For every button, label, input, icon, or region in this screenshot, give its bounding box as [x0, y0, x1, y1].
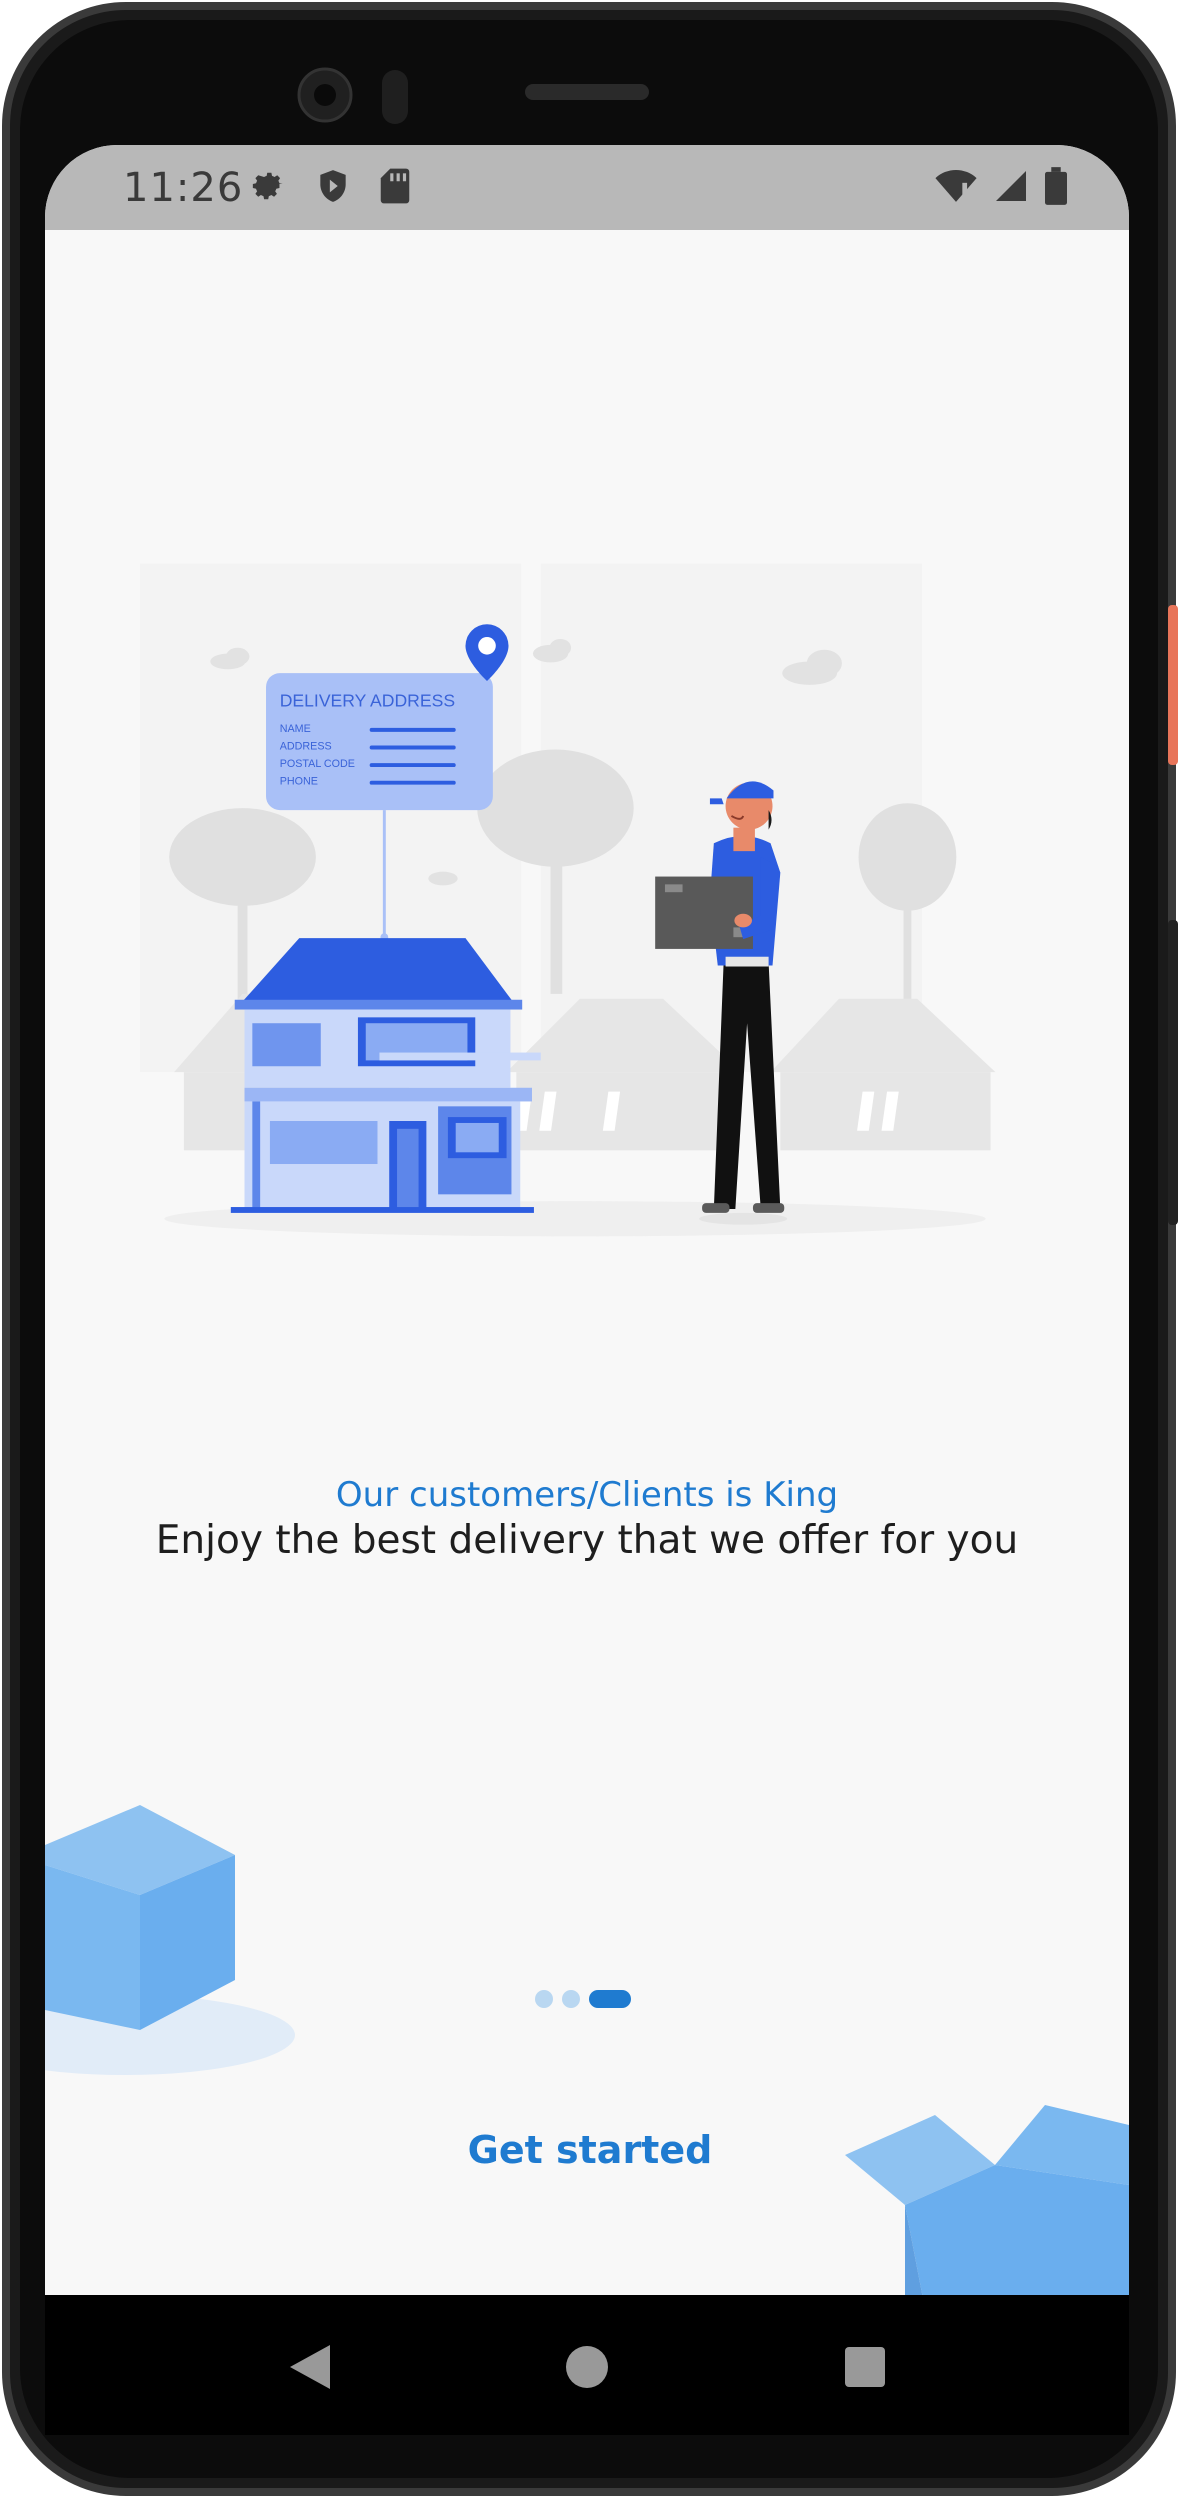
delivery-illustration: DELIVERY ADDRESS NAME ADDRESS POSTAL COD…	[139, 563, 996, 1237]
page-dot-1[interactable]	[535, 1990, 553, 2008]
gear-icon	[250, 167, 288, 210]
screen: 11:26 DELIVERY ADDRESS NAME ADDRESS POST…	[45, 145, 1129, 2295]
navigation-bar	[45, 2295, 1129, 2435]
battery-icon	[1045, 167, 1067, 210]
back-icon[interactable]	[280, 2337, 340, 2397]
card-field-phone: PHONE	[280, 776, 318, 788]
box-decoration-left	[45, 1805, 295, 2075]
sd-card-icon	[378, 167, 412, 210]
card-title: DELIVERY ADDRESS	[280, 690, 455, 710]
get-started-button[interactable]: Get started	[445, 2110, 735, 2190]
home-icon[interactable]	[557, 2337, 617, 2397]
card-field-name: NAME	[280, 723, 311, 735]
wifi-icon	[935, 167, 977, 210]
status-bar: 11:26	[45, 145, 1129, 230]
card-field-postal-code: POSTAL CODE	[280, 758, 355, 770]
onboarding-screen: DELIVERY ADDRESS NAME ADDRESS POSTAL COD…	[45, 230, 1129, 2295]
shield-icon	[314, 167, 352, 210]
page-dot-2[interactable]	[562, 1990, 580, 2008]
signal-icon	[993, 167, 1029, 210]
onboarding-headline: Enjoy the best delivery that we offer fo…	[155, 1518, 1019, 1563]
recents-icon[interactable]	[835, 2337, 895, 2397]
box-decoration-right	[845, 2105, 1129, 2295]
card-field-address: ADDRESS	[280, 740, 332, 752]
page-dot-3-active[interactable]	[589, 1990, 631, 2008]
status-time: 11:26	[123, 165, 244, 211]
page-indicator	[535, 1990, 631, 2008]
onboarding-tagline: Our customers/Clients is King	[335, 1475, 839, 1515]
